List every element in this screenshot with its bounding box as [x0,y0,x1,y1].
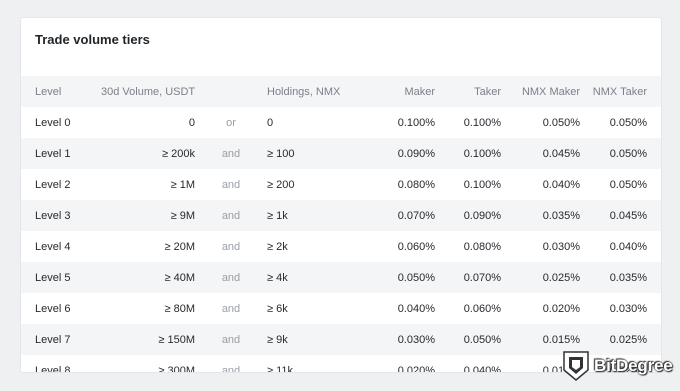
cell-volume: 0 [188,116,195,129]
cell-volume: ≥ 200k [162,147,195,160]
cell-taker: 0.100% [463,147,501,160]
table-row: Level 3 ≥ 9M and ≥ 1k 0.070% 0.090% 0.035% 0.04… [21,200,661,231]
cell-taker: 0.070% [463,271,501,284]
table-row: Level 4 ≥ 20M and ≥ 2k 0.060% 0.080% 0.030% 0.0… [21,231,661,262]
cell-holdings: ≥ 2k [267,240,288,253]
cell-taker: 0.060% [463,302,501,315]
cell-level: Level 8 [35,364,71,373]
cell-nmx-maker: 0.050% [542,116,580,129]
table-row: Level 6 ≥ 80M and ≥ 6k 0.040% 0.060% 0.020% 0.0… [21,293,661,324]
header-volume: 30d Volume, USDT [101,85,196,98]
table-row: Level 5 ≥ 40M and ≥ 4k 0.050% 0.070% 0.025% 0.0… [21,262,661,293]
cell-holdings: ≥ 11k [267,364,294,373]
cell-nmx-maker: 0.020% [542,302,580,315]
cell-taker: 0.050% [463,333,501,346]
cell-maker: 0.090% [397,147,435,160]
cell-nmx-maker: 0.045% [542,147,580,160]
cell-level: Level 3 [35,209,71,222]
cell-nmx-maker: 0.035% [542,209,580,222]
bitdegree-shield-icon [563,351,589,381]
cell-maker: 0.080% [397,178,435,191]
cell-volume: ≥ 150M [158,333,195,346]
header-level: Level [35,85,62,98]
cell-holdings: ≥ 1k [267,209,288,222]
cell-maker: 0.070% [397,209,435,222]
bitdegree-watermark: BitDegree [562,346,678,386]
cell-taker: 0.100% [463,178,501,191]
cell-volume: ≥ 1M [170,178,195,191]
cell-taker: 0.090% [463,209,501,222]
header-maker: Maker [404,85,435,98]
cell-level: Level 5 [35,271,71,284]
cell-join: and [221,302,241,315]
cell-holdings: ≥ 200 [267,178,295,191]
table-row: Level 1 ≥ 200k and ≥ 100 0.090% 0.100% 0.045% 0… [21,138,661,169]
cell-holdings: ≥ 6k [267,302,288,315]
cell-join: and [221,147,241,160]
cell-join: and [221,178,241,191]
header-holdings: Holdings, NMX [267,85,341,98]
cell-nmx-taker: 0.050% [609,178,647,191]
table-header-row: Level 30d Volume, USDT Holdings, NMX Mak… [21,76,661,107]
cell-nmx-taker: 0.045% [609,209,647,222]
cell-join: and [221,209,241,222]
cell-level: Level 2 [35,178,71,191]
header-join [195,76,267,107]
cell-level: Level 1 [35,147,71,160]
cell-level: Level 6 [35,302,71,315]
cell-holdings: 0 [267,116,274,129]
cell-nmx-taker: 0.030% [609,302,647,315]
cell-maker: 0.050% [397,271,435,284]
cell-nmx-taker: 0.040% [609,240,647,253]
trade-volume-tiers-card: Trade volume tiers Level 30d Volume, USD… [20,17,662,373]
cell-taker: 0.100% [463,116,501,129]
cell-nmx-maker: 0.025% [542,271,580,284]
cell-volume: ≥ 300M [158,364,195,373]
cell-maker: 0.020% [397,364,435,373]
cell-holdings: ≥ 4k [267,271,288,284]
cell-volume: ≥ 80M [164,302,196,315]
cell-join: or [226,116,236,129]
header-nmx-maker: NMX Maker [521,85,580,98]
cell-maker: 0.030% [397,333,435,346]
table-body: Level 0 0 or 0 0.100% 0.100% 0.050% 0.050% Level… [21,107,661,373]
cell-taker: 0.040% [463,364,501,373]
watermark-text: BitDegree [594,356,673,375]
cell-maker: 0.060% [397,240,435,253]
cell-join: and [221,240,241,253]
cell-level: Level 0 [35,116,71,129]
cell-join: and [221,271,241,284]
cell-nmx-taker: 0.050% [609,147,647,160]
header-taker: Taker [474,85,501,98]
cell-taker: 0.080% [463,240,501,253]
cell-nmx-taker: 0.050% [609,116,647,129]
table-row: Level 2 ≥ 1M and ≥ 200 0.080% 0.100% 0.040% 0.0… [21,169,661,200]
cell-holdings: ≥ 9k [267,333,288,346]
cell-volume: ≥ 9M [170,209,195,222]
cell-volume: ≥ 40M [164,271,196,284]
cell-join: and [221,333,241,346]
card-title: Trade volume tiers [35,32,150,47]
cell-level: Level 7 [35,333,71,346]
cell-nmx-taker: 0.035% [609,271,647,284]
cell-volume: ≥ 20M [164,240,196,253]
header-nmx-taker: NMX Taker [592,85,647,98]
cell-level: Level 4 [35,240,71,253]
cell-holdings: ≥ 100 [267,147,295,160]
cell-maker: 0.100% [397,116,435,129]
cell-join: and [221,364,241,373]
tiers-table: Level 30d Volume, USDT Holdings, NMX Mak… [21,76,661,373]
cell-nmx-maker: 0.030% [542,240,580,253]
cell-nmx-maker: 0.040% [542,178,580,191]
cell-maker: 0.040% [397,302,435,315]
table-row: Level 0 0 or 0 0.100% 0.100% 0.050% 0.050% [21,107,661,138]
